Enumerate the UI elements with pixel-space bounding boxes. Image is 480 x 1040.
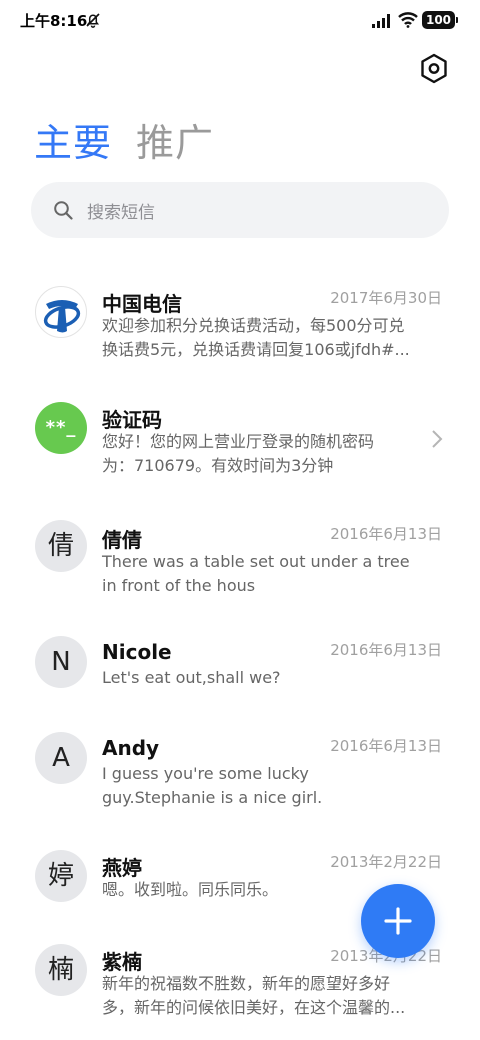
message-snippet-line: 为：710679。有效时间为3分钟 <box>102 456 334 475</box>
message-snippet-line: There was a table set out under a tree <box>102 552 410 571</box>
message-snippet-line: 多，新年的问候依旧美好，在这个温馨的... <box>102 998 406 1017</box>
sender-name: 紫楠 <box>102 950 142 974</box>
message-date: 2016年6月13日 <box>330 525 442 543</box>
search-input[interactable]: 搜索短信 <box>31 182 449 238</box>
message-date: 2013年2月22日 <box>330 853 442 871</box>
message-snippet-line: 欢迎参加积分兑换话费活动，每500分可兑 <box>102 316 405 335</box>
avatar: A <box>35 732 87 784</box>
search-icon <box>54 201 73 220</box>
list-item[interactable]: 倩 倩倩 2016年6月13日 There was a table set ou… <box>0 520 480 600</box>
hexagon-settings-icon[interactable] <box>418 52 450 86</box>
message-date: 2017年6月30日 <box>330 289 442 307</box>
bell-off-icon <box>86 13 100 28</box>
sender-name: 验证码 <box>102 408 162 432</box>
message-snippet-line: 换话费5元，兑换话费请回复106或jfdh#... <box>102 340 410 359</box>
message-snippet-line: I guess you're some lucky <box>102 764 309 783</box>
sender-name: 燕婷 <box>102 856 142 880</box>
sender-name: 倩倩 <box>102 528 142 552</box>
tab-promotions[interactable]: 推广 <box>136 112 214 167</box>
sender-name: Nicole <box>102 640 172 664</box>
list-item[interactable]: **_ 验证码 您好！您的网上营业厅登录的随机密码 为：710679。有效时间为… <box>0 400 480 486</box>
battery-indicator: 100 <box>422 11 458 29</box>
tab-main[interactable]: 主要 <box>34 112 112 167</box>
plus-icon <box>384 907 412 935</box>
message-snippet-line: 您好！您的网上营业厅登录的随机密码 <box>102 432 375 451</box>
list-item[interactable]: 中国电信 2017年6月30日 欢迎参加积分兑换话费活动，每500分可兑 换话费… <box>0 284 480 374</box>
avatar: 楠 <box>35 944 87 996</box>
list-item[interactable]: N Nicole 2016年6月13日 Let's eat out,shall … <box>0 636 480 696</box>
compose-button[interactable] <box>361 884 435 958</box>
message-snippet-line: 新年的祝福数不胜数，新年的愿望好多好 <box>102 974 391 993</box>
chevron-right-icon <box>432 430 443 448</box>
message-snippet-line: Let's eat out,shall we? <box>102 668 281 687</box>
message-snippet-line: in front of the hous <box>102 576 256 595</box>
wifi-icon <box>398 12 418 28</box>
message-date: 2016年6月13日 <box>330 737 442 755</box>
signal-icon <box>372 14 390 28</box>
message-date: 2016年6月13日 <box>330 641 442 659</box>
search-placeholder: 搜索短信 <box>87 203 155 223</box>
message-snippet-line: guy.Stephanie is a nice girl. <box>102 788 323 807</box>
status-bar: 上午8:16 100 <box>0 0 480 40</box>
china-telecom-logo <box>43 300 81 333</box>
avatar: 倩 <box>35 520 87 572</box>
status-time: 上午8:16 <box>20 12 88 30</box>
avatar: N <box>35 636 87 688</box>
avatar: **_ <box>35 402 87 454</box>
list-item[interactable]: A Andy 2016年6月13日 I guess you're some lu… <box>0 732 480 812</box>
sender-name: Andy <box>102 736 160 760</box>
sender-name: 中国电信 <box>102 292 182 316</box>
avatar <box>35 286 87 338</box>
avatar: 婷 <box>35 850 87 902</box>
